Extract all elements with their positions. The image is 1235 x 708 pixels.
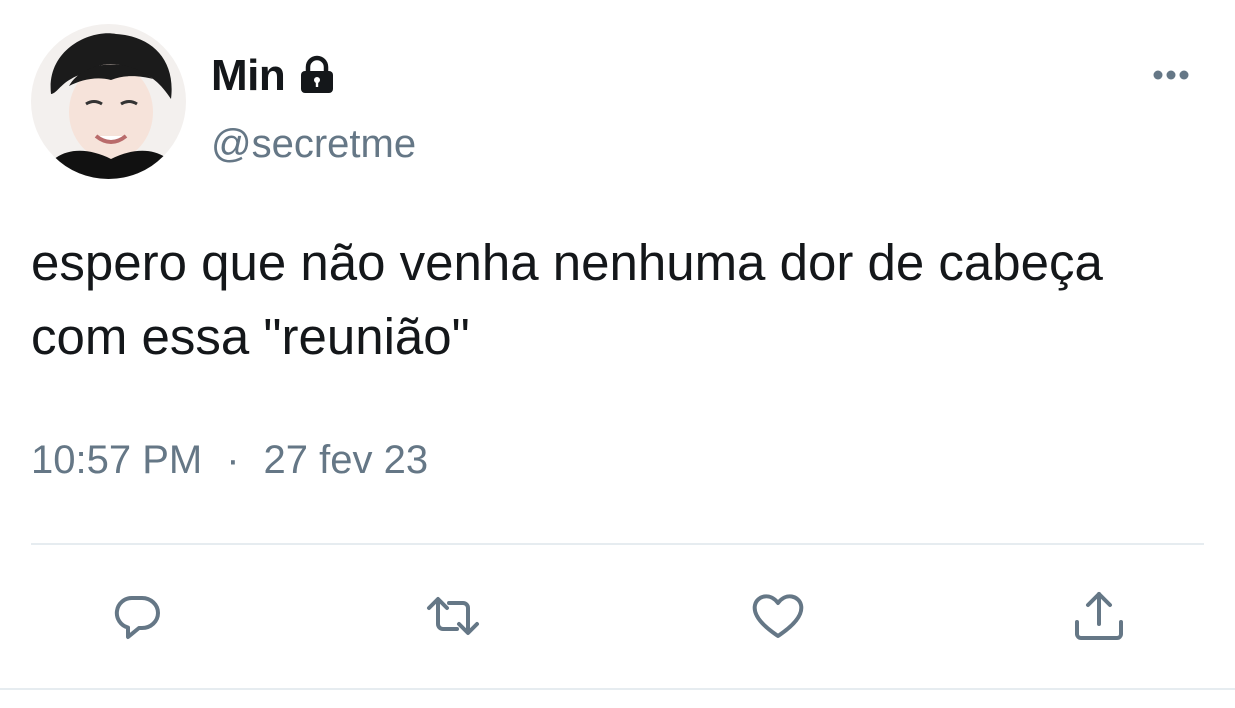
more-options-icon[interactable] bbox=[1148, 62, 1194, 88]
tweet-meta: 10:57 PM · 27 fev 23 bbox=[31, 438, 428, 483]
share-icon bbox=[1075, 592, 1123, 640]
user-handle[interactable]: @secretme bbox=[211, 122, 416, 167]
tweet-text: espero que não venha nenhuma dor de cabe… bbox=[31, 234, 1103, 365]
reply-icon bbox=[114, 595, 160, 639]
bottom-border bbox=[0, 688, 1235, 690]
reply-button[interactable] bbox=[108, 588, 164, 644]
retweet-icon bbox=[427, 597, 479, 635]
divider bbox=[31, 543, 1204, 545]
user-name-row: Min bbox=[211, 48, 339, 104]
retweet-button[interactable] bbox=[425, 588, 481, 644]
display-name[interactable]: Min bbox=[211, 51, 286, 101]
avatar[interactable] bbox=[31, 24, 186, 179]
share-button[interactable] bbox=[1071, 588, 1127, 644]
heart-icon bbox=[752, 594, 804, 638]
tweet-date[interactable]: 27 fev 23 bbox=[264, 438, 429, 483]
tweet-card: Min @secretme espero que não venha nenhu… bbox=[0, 0, 1235, 708]
meta-separator: · bbox=[226, 438, 240, 482]
tweet-time[interactable]: 10:57 PM bbox=[31, 438, 202, 483]
lock-icon bbox=[295, 54, 339, 98]
like-button[interactable] bbox=[750, 588, 806, 644]
